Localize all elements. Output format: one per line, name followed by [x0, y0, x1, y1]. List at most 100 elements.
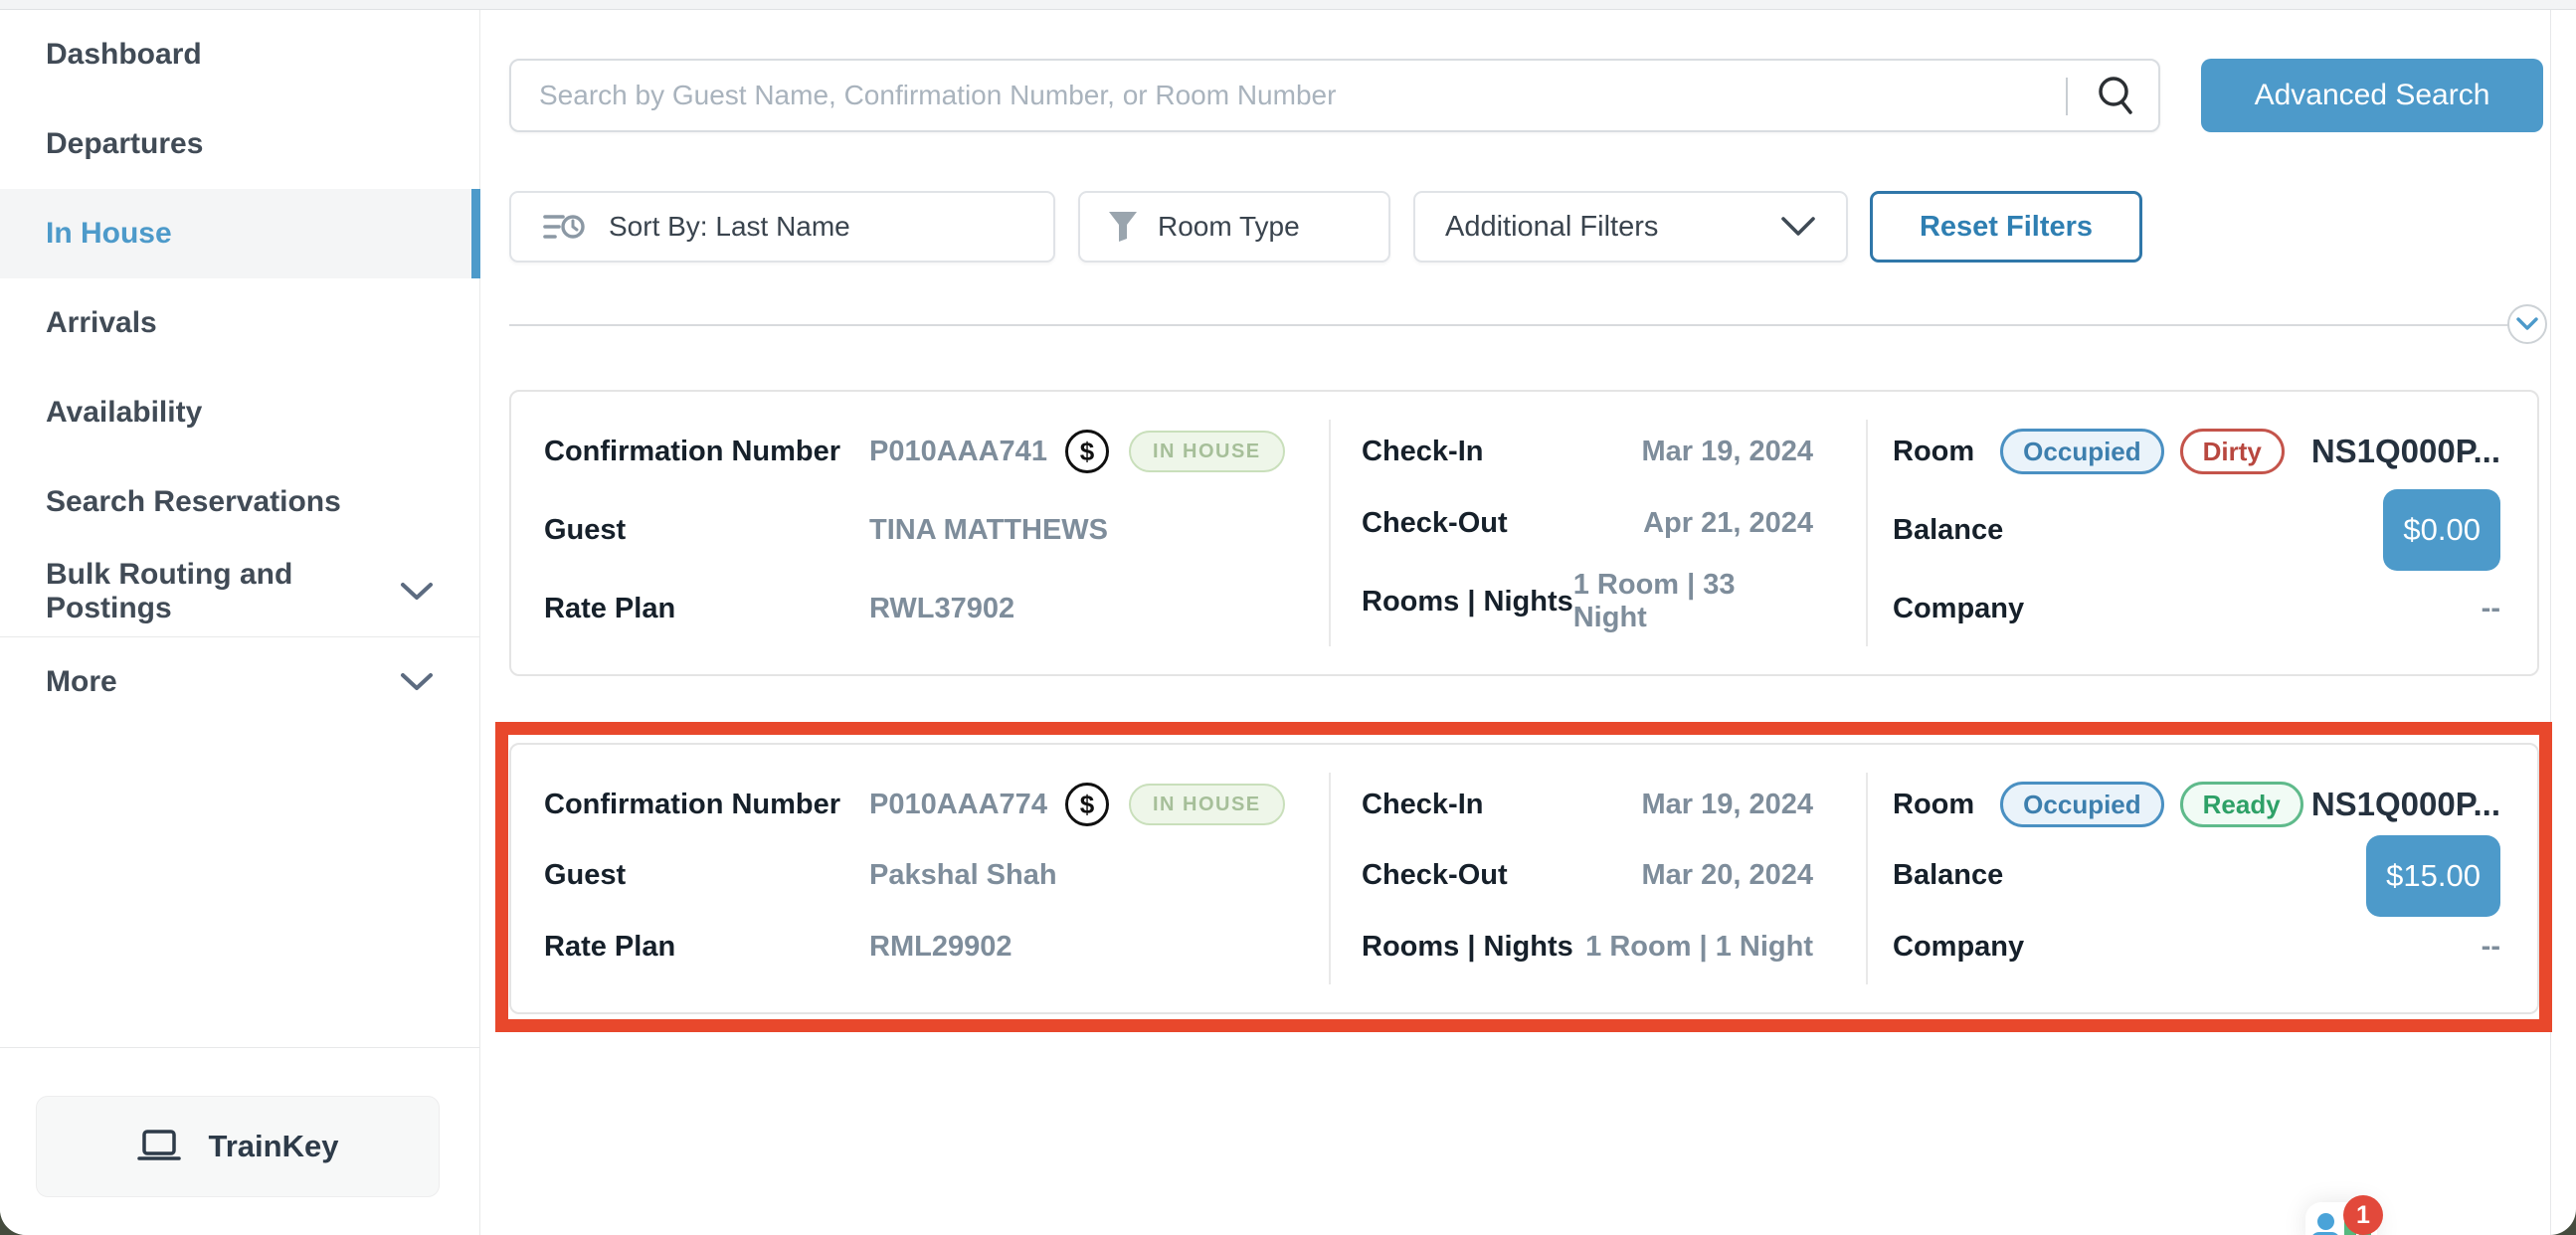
- checkout-row: Check-Out Apr 21, 2024: [1362, 497, 1813, 549]
- confirmation-value: P010AAA741: [869, 436, 1047, 468]
- sort-by-button[interactable]: Sort By: Last Name: [509, 191, 1055, 263]
- in-house-status-badge: IN HOUSE: [1129, 784, 1285, 825]
- room-row: Room Occupied Dirty NS1Q000P...: [1893, 426, 2500, 477]
- housekeeping-status-badge: Ready: [2180, 782, 2303, 827]
- sidebar-item-in-house[interactable]: In House: [0, 189, 479, 278]
- confirmation-value: P010AAA774: [869, 789, 1047, 821]
- card-guest-section: Confirmation Number P010AAA741 $ IN HOUS…: [511, 392, 1329, 674]
- sidebar-item-more[interactable]: More: [0, 637, 479, 727]
- additional-filters-dropdown[interactable]: Additional Filters: [1413, 191, 1848, 263]
- company-label: Company: [1893, 593, 2024, 625]
- confirmation-label: Confirmation Number: [544, 789, 869, 821]
- sidebar-item-label: Dashboard: [46, 38, 202, 72]
- confirmation-row: Confirmation Number P010AAA741 $ IN HOUS…: [544, 426, 1313, 477]
- chevron-down-icon: [1780, 216, 1816, 238]
- card-room-section: Room Occupied Ready NS1Q000P... Balance …: [1866, 745, 2537, 1012]
- sidebar-item-label: Departures: [46, 127, 203, 161]
- search-input[interactable]: [509, 59, 2160, 132]
- room-row: Room Occupied Ready NS1Q000P...: [1893, 779, 2500, 830]
- checkin-row: Check-In Mar 19, 2024: [1362, 779, 1813, 830]
- confirmation-row: Confirmation Number P010AAA774 $ IN HOUS…: [544, 779, 1313, 830]
- checkout-label: Check-Out: [1362, 859, 1508, 892]
- balance-row: Balance $0.00: [1893, 489, 2500, 571]
- notification-badge[interactable]: 1: [2343, 1195, 2383, 1235]
- checkin-value: Mar 19, 2024: [1641, 789, 1813, 821]
- balance-button[interactable]: $15.00: [2366, 835, 2500, 917]
- company-row: Company --: [1893, 921, 2500, 972]
- sidebar-item-label: Bulk Routing and Postings: [46, 558, 400, 625]
- rate-plan-row: Rate Plan RML29902: [544, 921, 1313, 972]
- company-label: Company: [1893, 931, 2024, 964]
- room-number: NS1Q000P...: [2311, 433, 2500, 470]
- reservation-card[interactable]: Confirmation Number P010AAA741 $ IN HOUS…: [509, 390, 2539, 676]
- checkout-value: Apr 21, 2024: [1643, 507, 1813, 540]
- company-value: --: [2482, 931, 2500, 964]
- sidebar-item-bulk-routing[interactable]: Bulk Routing and Postings: [0, 547, 479, 636]
- search-icon[interactable]: [2093, 72, 2140, 119]
- sidebar-item-departures[interactable]: Departures: [0, 99, 479, 189]
- checkin-label: Check-In: [1362, 436, 1483, 468]
- balance-button[interactable]: $0.00: [2383, 489, 2500, 571]
- checkout-value: Mar 20, 2024: [1641, 859, 1813, 892]
- room-label: Room: [1893, 789, 1974, 821]
- window-right-edge: [2550, 10, 2551, 1235]
- sidebar-item-arrivals[interactable]: Arrivals: [0, 278, 479, 368]
- checkin-value: Mar 19, 2024: [1641, 436, 1813, 468]
- balance-row: Balance $15.00: [1893, 835, 2500, 917]
- sidebar-item-label: In House: [46, 217, 172, 251]
- reset-filters-button[interactable]: Reset Filters: [1870, 191, 2142, 263]
- collapse-toggle-button[interactable]: [2507, 304, 2547, 344]
- rooms-nights-label: Rooms | Nights: [1362, 586, 1573, 618]
- occupancy-status-badge: Occupied: [2000, 429, 2163, 474]
- sidebar: Dashboard Departures In House Arrivals A…: [0, 10, 480, 1235]
- sidebar-item-dashboard[interactable]: Dashboard: [0, 10, 479, 99]
- additional-filters-label: Additional Filters: [1445, 211, 1658, 244]
- occupancy-status-badge: Occupied: [2000, 782, 2163, 827]
- section-divider: [509, 324, 2510, 326]
- balance-label: Balance: [1893, 859, 2003, 892]
- rooms-nights-value: 1 Room | 33 Night: [1573, 569, 1813, 634]
- reservation-card[interactable]: Confirmation Number P010AAA774 $ IN HOUS…: [509, 743, 2539, 1014]
- laptop-icon: [137, 1128, 181, 1165]
- room-label: Room: [1893, 436, 1974, 468]
- checkout-label: Check-Out: [1362, 507, 1508, 540]
- rate-plan-value: RML29902: [869, 931, 1012, 964]
- balance-label: Balance: [1893, 514, 2003, 547]
- sidebar-footer: TrainKey: [0, 1047, 479, 1235]
- sidebar-item-search-reservations[interactable]: Search Reservations: [0, 457, 479, 547]
- payment-dollar-icon[interactable]: $: [1065, 783, 1109, 826]
- housekeeping-status-badge: Dirty: [2180, 429, 2285, 474]
- sidebar-item-availability[interactable]: Availability: [0, 368, 479, 457]
- chevron-down-icon: [400, 672, 434, 692]
- guest-value: Pakshal Shah: [869, 859, 1057, 892]
- guest-label: Guest: [544, 859, 869, 892]
- rate-plan-label: Rate Plan: [544, 931, 869, 964]
- company-row: Company --: [1893, 583, 2500, 634]
- sidebar-item-label: Arrivals: [46, 306, 157, 340]
- card-guest-section: Confirmation Number P010AAA774 $ IN HOUS…: [511, 745, 1329, 1012]
- payment-dollar-icon[interactable]: $: [1065, 430, 1109, 473]
- funnel-icon: [1106, 209, 1140, 245]
- card-dates-section: Check-In Mar 19, 2024 Check-Out Apr 21, …: [1329, 392, 1866, 674]
- sidebar-item-label: Availability: [46, 396, 202, 430]
- guest-label: Guest: [544, 514, 869, 547]
- card-room-section: Room Occupied Dirty NS1Q000P... Balance …: [1866, 392, 2537, 674]
- sidebar-item-label: Search Reservations: [46, 485, 341, 519]
- checkin-label: Check-In: [1362, 789, 1483, 821]
- rooms-nights-value: 1 Room | 1 Night: [1585, 931, 1813, 964]
- rooms-nights-row: Rooms | Nights 1 Room | 1 Night: [1362, 921, 1813, 972]
- rooms-nights-row: Rooms | Nights 1 Room | 33 Night: [1362, 569, 1813, 634]
- rooms-nights-label: Rooms | Nights: [1362, 931, 1573, 964]
- advanced-search-button[interactable]: Advanced Search: [2201, 59, 2543, 132]
- trainkey-button[interactable]: TrainKey: [36, 1096, 440, 1197]
- guest-row: Guest Pakshal Shah: [544, 850, 1313, 902]
- guest-value: TINA MATTHEWS: [869, 514, 1108, 547]
- checkin-row: Check-In Mar 19, 2024: [1362, 426, 1813, 477]
- room-type-label: Room Type: [1158, 211, 1300, 243]
- in-house-status-badge: IN HOUSE: [1129, 431, 1285, 472]
- chevron-down-icon: [400, 582, 434, 602]
- confirmation-label: Confirmation Number: [544, 436, 869, 468]
- sidebar-item-label: More: [46, 665, 117, 699]
- room-type-filter-button[interactable]: Room Type: [1078, 191, 1390, 263]
- room-number: NS1Q000P...: [2311, 786, 2500, 823]
